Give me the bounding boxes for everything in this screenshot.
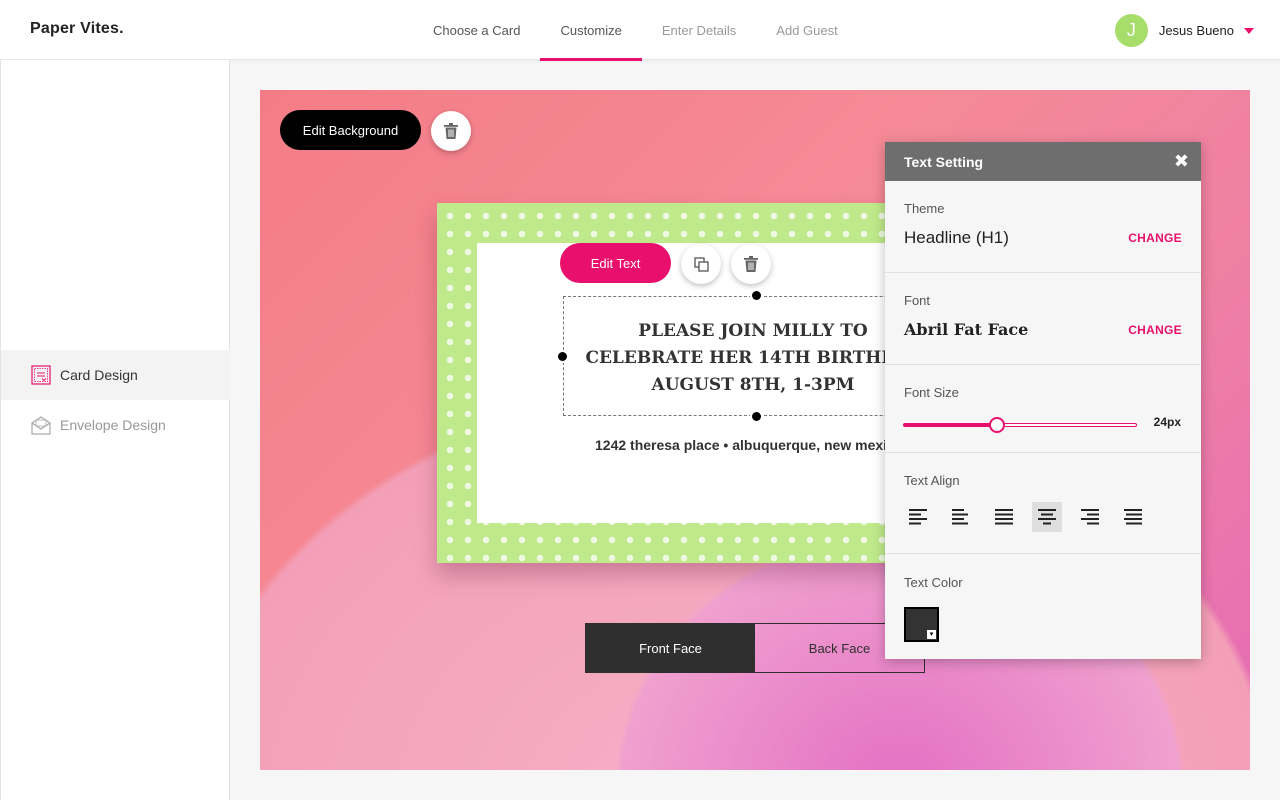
address-text[interactable]: 1242 theresa place • albuquerque, new me…	[595, 437, 903, 453]
edit-background-button[interactable]: Edit Background	[280, 110, 421, 150]
align-justify-right-icon	[1124, 509, 1142, 525]
align-left-short-button[interactable]	[946, 502, 976, 532]
align-justify-button[interactable]	[989, 502, 1019, 532]
headline-line: CELEBRATE HER 14TH BIRTHDAY	[585, 348, 921, 368]
text-color-label: Text Color	[904, 575, 963, 590]
sidebar-item-card-design[interactable]: Card Design	[1, 350, 230, 400]
duplicate-text-button[interactable]	[681, 244, 721, 284]
panel-title: Text Setting	[904, 153, 984, 170]
font-size-value: 24px	[1153, 415, 1181, 429]
resize-handle-left[interactable]	[556, 350, 569, 363]
font-size-label: Font Size	[904, 385, 959, 400]
user-name: Jesus Bueno	[1158, 23, 1234, 38]
change-font-button[interactable]: CHANGE	[1128, 323, 1182, 337]
align-justify-right-button[interactable]	[1118, 502, 1148, 532]
theme-value: Headline (H1)	[904, 228, 1009, 247]
chevron-down-icon: ▾	[927, 630, 936, 639]
align-right-button[interactable]	[1075, 502, 1105, 532]
close-icon[interactable]: ✖	[1174, 151, 1189, 172]
sidebar-item-envelope-design[interactable]: Envelope Design	[1, 400, 230, 450]
sidebar: Card Design Envelope Design	[0, 60, 230, 800]
trash-icon	[444, 123, 458, 139]
headline-text[interactable]: PLEASE JOIN MILLY TO CELEBRATE HER 14TH …	[573, 318, 933, 399]
delete-background-button[interactable]	[431, 111, 471, 151]
face-toggle: Front Face Back Face	[585, 623, 925, 673]
delete-text-button[interactable]	[731, 244, 771, 284]
headline-line: PLEASE JOIN MILLY TO	[638, 321, 868, 341]
envelope-icon	[31, 416, 51, 435]
sidebar-item-label: Envelope Design	[60, 417, 166, 433]
text-color-section: Text Color ▾	[885, 554, 1201, 659]
sidebar-item-label: Card Design	[60, 367, 138, 383]
headline-line: AUGUST 8TH, 1-3PM	[651, 375, 855, 395]
step-nav: Choose a Card Customize Enter Details Ad…	[413, 0, 858, 61]
text-align-section: Text Align	[885, 453, 1201, 554]
font-section: Font Abril Fat Face CHANGE	[885, 273, 1201, 365]
font-label: Font	[904, 293, 931, 308]
slider-knob[interactable]	[989, 417, 1005, 433]
theme-section: Theme Headline (H1) CHANGE	[885, 181, 1201, 273]
align-left-icon	[909, 509, 927, 525]
logo[interactable]: Paper Vites.	[30, 20, 124, 38]
panel-header: Text Setting ✖	[885, 142, 1201, 181]
user-menu[interactable]: J Jesus Bueno	[1114, 14, 1254, 47]
edit-text-button[interactable]: Edit Text	[560, 243, 671, 283]
avatar: J	[1114, 14, 1148, 47]
resize-handle-bottom[interactable]	[750, 410, 763, 423]
font-value: Abril Fat Face	[904, 320, 1029, 339]
chevron-down-icon[interactable]	[1244, 27, 1254, 34]
trash-icon	[744, 256, 758, 272]
step-enter-details[interactable]: Enter Details	[642, 0, 756, 60]
card-icon	[31, 365, 51, 385]
align-right-icon	[1081, 509, 1099, 525]
top-bar: Paper Vites. Choose a Card Customize Ent…	[0, 0, 1280, 61]
align-options	[903, 502, 1161, 532]
step-choose-card[interactable]: Choose a Card	[413, 0, 540, 60]
align-center-icon	[1038, 509, 1056, 525]
font-size-slider[interactable]	[903, 417, 1137, 433]
copy-icon	[693, 256, 709, 272]
align-left-short-icon	[952, 509, 968, 525]
align-center-button[interactable]	[1032, 502, 1062, 532]
slider-fill	[904, 424, 998, 426]
resize-handle-top[interactable]	[750, 289, 763, 302]
front-face-button[interactable]: Front Face	[586, 624, 755, 672]
text-align-label: Text Align	[904, 473, 960, 488]
font-size-section: Font Size 24px	[885, 365, 1201, 453]
align-justify-icon	[995, 509, 1013, 525]
step-customize[interactable]: Customize	[540, 0, 643, 61]
step-add-guest[interactable]: Add Guest	[756, 0, 857, 60]
align-left-button[interactable]	[903, 502, 933, 532]
theme-label: Theme	[904, 201, 945, 216]
text-color-swatch[interactable]: ▾	[904, 607, 939, 642]
change-theme-button[interactable]: CHANGE	[1128, 231, 1182, 245]
text-setting-panel: Text Setting ✖ Theme Headline (H1) CHANG…	[885, 142, 1201, 659]
